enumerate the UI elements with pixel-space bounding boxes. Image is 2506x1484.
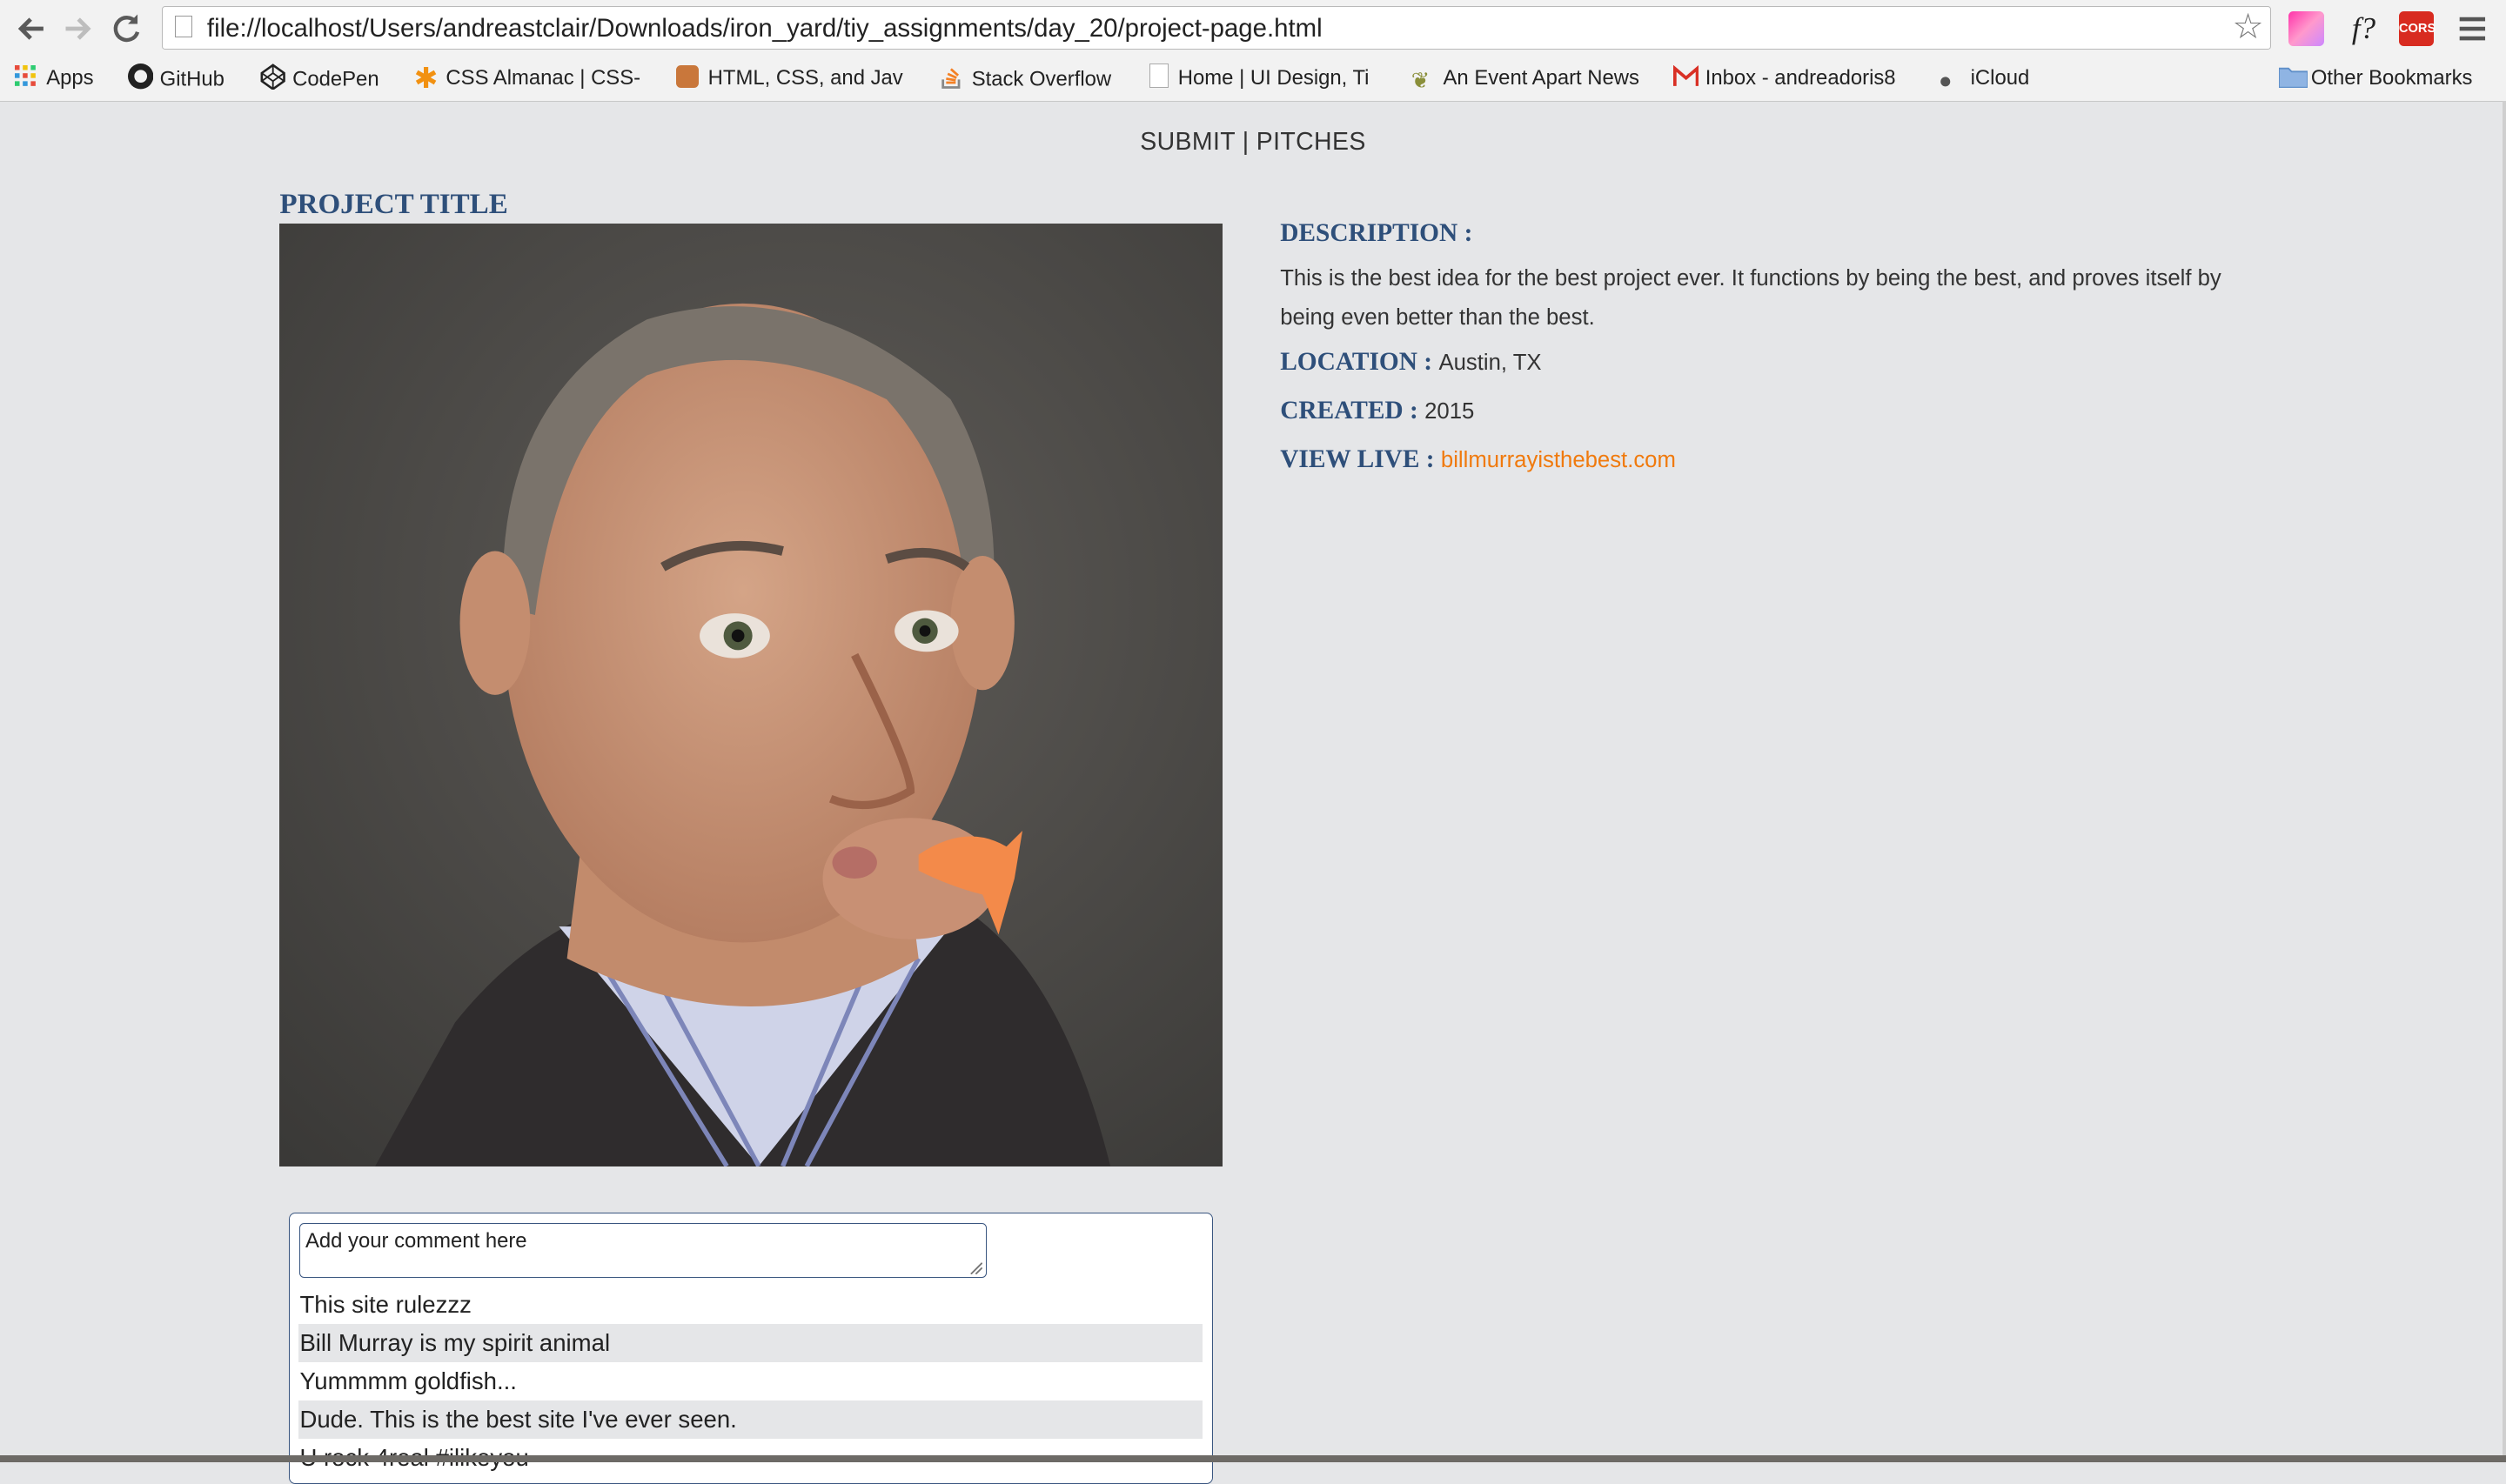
bookmark-label: CSS Almanac | CSS- [446, 66, 641, 90]
description-label: DESCRIPTION : [1280, 218, 1473, 247]
url-text[interactable]: file://localhost/Users/andreastclair/Dow… [207, 14, 1323, 43]
page-icon [1149, 64, 1169, 89]
list-item: Yummmm goldfish... [299, 1367, 517, 1394]
forward-arrow-icon[interactable] [61, 10, 96, 48]
bookmark-label: Inbox - andreadoris8 [1705, 66, 1896, 90]
bookmark-label: HTML, CSS, and Jav [707, 66, 903, 90]
bookmark-inbox[interactable]: Inbox - andreadoris8 [1673, 64, 1896, 92]
bookmark-label: Stack Overflow [971, 68, 1112, 92]
comments-box: This site rulezzz Bill Murray is my spir… [289, 1213, 1214, 1484]
page-scrollbar[interactable] [2503, 100, 2506, 1456]
nav-submit-link[interactable]: SUBMIT [1140, 128, 1235, 156]
bookmark-event-apart[interactable]: ❦ An Event Apart News [1410, 64, 1639, 94]
project-title: PROJECT TITLE [279, 188, 508, 220]
bookmark-label: GitHub [159, 68, 224, 92]
bookmark-github[interactable]: GitHub [127, 64, 224, 92]
created-value: 2015 [1424, 398, 1475, 424]
asterisk-icon: ✱ [413, 63, 439, 96]
list-item: This site rulezzz [299, 1290, 472, 1318]
browser-toolbar: file://localhost/Users/andreastclair/Dow… [0, 0, 2506, 58]
leaf-icon: ❦ [1410, 69, 1431, 94]
portrait-illustration [279, 224, 1223, 1166]
bookmark-css-almanac[interactable]: ✱ CSS Almanac | CSS- [413, 63, 641, 96]
comment-list: This site rulezzz Bill Murray is my spir… [298, 1286, 1203, 1477]
gmail-icon [1673, 65, 1699, 88]
bookmark-ui-design[interactable]: Home | UI Design, Ti [1149, 64, 1370, 92]
bookmark-label: Home | UI Design, Ti [1177, 66, 1370, 90]
back-arrow-icon[interactable] [13, 10, 48, 48]
window-bottom-edge [0, 1455, 2506, 1462]
location-value: Austin, TX [1438, 351, 1542, 376]
page-icon [175, 15, 193, 38]
top-nav: SUBMIT | PITCHES [0, 128, 2506, 157]
location-label: LOCATION : [1280, 348, 1433, 377]
apple-icon: ● [1938, 69, 1953, 94]
nav-pitches-link[interactable]: PITCHES [1256, 128, 1366, 156]
resize-grip-icon[interactable] [969, 1261, 982, 1274]
bookmark-codepen[interactable]: CodePen [260, 64, 379, 92]
bookmark-label: CodePen [292, 68, 379, 92]
created-label: CREATED : [1280, 396, 1418, 424]
stackoverflow-icon [940, 64, 962, 90]
description-text: This is the best idea for the best proje… [1280, 265, 2221, 331]
view-live-label: VIEW LIVE : [1280, 445, 1435, 474]
bookmark-stack-overflow[interactable]: Stack Overflow [940, 64, 1111, 92]
reload-icon[interactable] [109, 10, 144, 48]
bookmark-apps[interactable]: Apps [14, 64, 94, 92]
comment-input[interactable] [299, 1223, 988, 1278]
list-item: Bill Murray is my spirit animal [298, 1323, 1203, 1362]
github-icon [127, 64, 154, 90]
list-item: Dude. This is the best site I've ever se… [298, 1400, 1203, 1439]
location-row: LOCATION : Austin, TX [1280, 348, 1541, 377]
menu-hamburger-icon[interactable] [2455, 10, 2489, 48]
bookmark-html-css[interactable]: HTML, CSS, and Jav [675, 64, 903, 92]
bookmark-star-icon[interactable]: ☆ [2232, 6, 2263, 47]
view-live-row: VIEW LIVE : billmurrayisthebest.com [1280, 445, 1676, 474]
created-row: CREATED :2015 [1280, 397, 1474, 425]
other-bookmarks-label: Other Bookmarks [2310, 66, 2473, 90]
view-live-link[interactable]: billmurrayisthebest.com [1441, 448, 1676, 472]
cors-extension-icon[interactable]: CORS [2398, 10, 2436, 47]
codepen-icon [260, 64, 286, 91]
bookmark-label: An Event Apart News [1443, 66, 1639, 90]
bookmark-label: iCloud [1970, 66, 2030, 90]
nav-separator: | [1242, 127, 1250, 156]
bookmark-label: Apps [46, 66, 94, 90]
paint-extension-icon[interactable] [2288, 10, 2324, 47]
bookmark-icloud[interactable]: ● iCloud [1938, 64, 2030, 94]
project-photo [279, 224, 1223, 1166]
bookmarks-bar: Apps GitHub CodePen ✱ CSS Almanac | CSS- … [0, 57, 2506, 102]
apps-grid-icon [14, 65, 37, 88]
fox-icon [675, 65, 699, 89]
address-bar[interactable]: file://localhost/Users/andreastclair/Dow… [161, 6, 2271, 50]
other-bookmarks[interactable]: Other Bookmarks [2278, 64, 2473, 92]
whatfont-extension-icon[interactable]: f? [2343, 11, 2385, 46]
folder-icon [2278, 65, 2309, 90]
